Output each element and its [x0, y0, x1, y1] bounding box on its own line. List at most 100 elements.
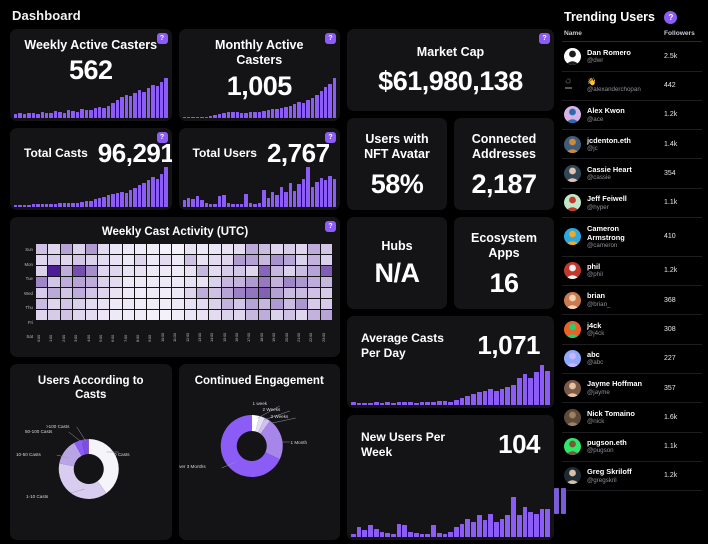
donut-label-4: Over 3 Months [178, 464, 206, 470]
user-handle: @jc [587, 144, 598, 152]
heatmap-cell [85, 310, 97, 320]
user-followers: 368 [664, 296, 676, 304]
user-name: Cassie Heart [587, 164, 632, 174]
trending-user-row[interactable]: j4ck @j4ck 308 [562, 315, 702, 345]
card-monthly-active-casters[interactable]: ? Monthly Active Casters 1,005 [178, 29, 340, 121]
heatmap-cell [283, 266, 295, 276]
help-icon[interactable]: ? [325, 221, 336, 232]
spark-bar [235, 112, 239, 118]
spark-bar [49, 113, 53, 118]
heatmap-cell [283, 244, 295, 254]
card-inline: Total Users 2,767 [179, 128, 341, 169]
user-handle: @nick [587, 417, 605, 425]
chart-title: Continued Engagement [194, 375, 324, 387]
spark-bar [319, 177, 323, 207]
spark-bar [332, 78, 337, 118]
heatmap-cell [135, 288, 147, 298]
heatmap-cell [246, 244, 258, 254]
donut-casts-slices [56, 426, 119, 499]
heatmap-hour-labels: 0:00 1:00 2:00 3:00 4:00 5:00 6:00 7:00 8:00 9:00… [36, 322, 332, 342]
spark-bar [182, 117, 186, 118]
trending-user-row[interactable]: phil @phil 1.2k [562, 257, 702, 286]
heatmap-cell [36, 244, 48, 254]
trending-user-row[interactable]: pugson.eth @pugson 1.1k [562, 433, 702, 462]
card-users-according-to-casts[interactable]: Users According to Casts 0 Casts 1-10 Ca… [10, 364, 172, 540]
help-icon[interactable]: ? [156, 33, 168, 44]
spark-bar [40, 204, 44, 207]
scroll-indicator[interactable] [554, 488, 566, 514]
spark-bar [239, 113, 244, 118]
trending-user-row[interactable]: Alex Kwon @ace 1.2k [562, 101, 702, 131]
trending-user-row[interactable]: Jayme Hoffman @jayme 357 [562, 374, 702, 404]
spark-bar [137, 185, 142, 207]
heatmap-cell [283, 310, 295, 320]
card-new-users-per-week[interactable]: New Users Per Week 104 [347, 415, 554, 540]
spark-bar [301, 103, 306, 118]
trending-user-row[interactable]: abc @abc 227 [562, 345, 702, 374]
card-average-casts-per-day[interactable]: Average Casts Per Day 1,071 [347, 316, 554, 408]
spark-bar [288, 105, 293, 118]
spark-bar [71, 202, 75, 207]
spark-bar [471, 394, 476, 405]
card-connected-addresses[interactable]: Connected Addresses 2,187 [454, 118, 554, 210]
main-region: Dashboard ? Weekly Active Casters 562 ? … [6, 6, 554, 540]
card-market-cap[interactable]: ? Market Cap $61,980,138 [347, 29, 554, 111]
heatmap-cell [283, 277, 295, 287]
help-icon[interactable]: ? [325, 132, 336, 143]
heatmap-cell [60, 299, 73, 309]
card-total-users[interactable]: ? Total Users 2,767 [178, 128, 341, 210]
trending-user-row[interactable]: Greg Skriloff @gregskril 1.2k [562, 462, 702, 492]
heatmap-hour-label: 20:00 [283, 332, 289, 342]
spark-bar [209, 116, 213, 118]
help-icon[interactable]: ? [156, 132, 168, 143]
heatmap-cell [295, 310, 308, 320]
card-weekly-active-casters[interactable]: ? Weekly Active Casters 562 [10, 29, 172, 121]
spark-bar [297, 184, 301, 207]
card-total-casts[interactable]: ? Total Casts 96,291 [10, 128, 172, 210]
help-icon[interactable]: ? [539, 33, 550, 44]
heatmap-day-label: Fri [27, 319, 33, 325]
card-weekly-cast-activity[interactable]: ? Weekly Cast Activity (UTC) Sun Mon Tue We… [10, 217, 340, 357]
trending-user-row[interactable]: Cameron Armstrong @cameron 410 [562, 218, 702, 257]
help-icon[interactable]: ? [664, 11, 678, 25]
heatmap-cell [60, 266, 73, 276]
heatmap-cell [147, 299, 159, 309]
heatmap-cell [85, 299, 97, 309]
card-ecosystem-apps[interactable]: Ecosystem Apps 16 [454, 217, 554, 309]
trending-users-list[interactable]: Dan Romero @dwr 2.5k 👋 @alexanderchopan 442 Al… [562, 42, 702, 538]
trending-user-row[interactable]: Cassie Heart @cassie 354 [562, 159, 702, 189]
trending-user-row[interactable]: jcdenton.eth @jc 1.4k [562, 130, 702, 160]
user-followers: 1.2k [664, 472, 678, 480]
card-users-with-nft-avatar[interactable]: Users with NFT Avatar 58% [347, 118, 447, 210]
card-continued-engagement[interactable]: Continued Engagement 1 week 2 Weeks 3 We… [178, 364, 340, 540]
spark-bar [89, 110, 93, 118]
heatmap-cell [159, 277, 172, 287]
heatmap-cell [147, 266, 159, 276]
heatmap-cell [320, 288, 332, 298]
heatmap-cell [308, 288, 320, 298]
card-value: N/A [374, 258, 421, 289]
trending-user-row[interactable]: Dan Romero @dwr 2.5k [562, 42, 702, 72]
spark-bar [164, 167, 168, 207]
card-hubs[interactable]: Hubs N/A [347, 217, 447, 309]
help-icon[interactable]: ? [325, 33, 336, 44]
heatmap-cell [159, 255, 172, 265]
heatmap-cell [110, 310, 122, 320]
heatmap-hour-label: 16:00 [234, 332, 239, 342]
spark-bar [284, 192, 288, 207]
heatmap-day-label: Thu [25, 305, 33, 310]
trending-user-row[interactable]: brian @brian_ 368 [562, 286, 702, 316]
spark-bar [102, 196, 106, 207]
spark-bar [356, 527, 362, 537]
trending-user-row[interactable]: Jeff Feiwell @hyper 1.1k [562, 189, 702, 219]
trending-user-row[interactable]: 👋 @alexanderchopan 442 [562, 72, 702, 101]
heatmap-cell [246, 255, 258, 265]
spark-bar [62, 203, 67, 207]
user-handle: @cameron [587, 242, 618, 250]
heatmap-cell [159, 266, 172, 276]
heatmap-cell [135, 277, 147, 287]
avatar [564, 291, 581, 309]
spark-bar [315, 181, 319, 207]
card-title: Monthly Active Casters [215, 38, 304, 68]
trending-user-row[interactable]: Nick Tomaino @nick 1.6k [562, 403, 702, 433]
